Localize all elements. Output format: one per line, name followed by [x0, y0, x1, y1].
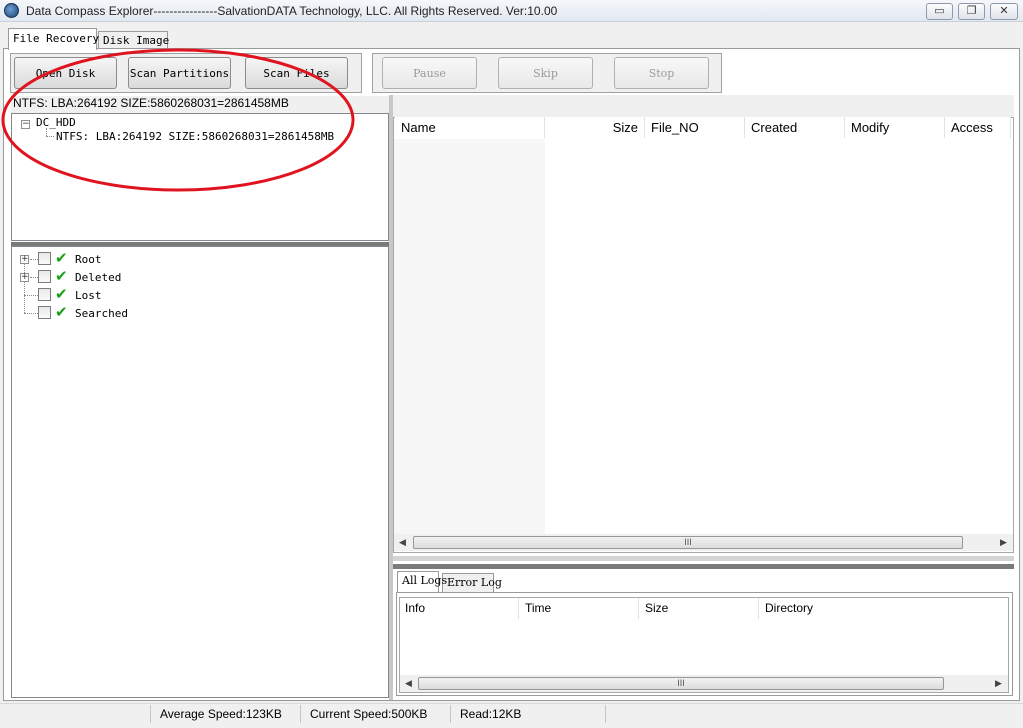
scan-partitions-button[interactable]: Scan Partitions	[128, 57, 231, 89]
window-title: Data Compass Explorer----------------Sal…	[26, 4, 558, 18]
log-column-time[interactable]: Time	[519, 598, 639, 619]
close-button[interactable]: ✕	[990, 3, 1018, 20]
title-bar: Data Compass Explorer----------------Sal…	[0, 0, 1023, 22]
open-disk-button[interactable]: Open Disk	[14, 57, 117, 89]
tab-file-recovery[interactable]: File Recovery	[8, 28, 99, 50]
status-separator	[450, 705, 451, 723]
checkbox[interactable]	[38, 306, 51, 319]
file-list-toolbar	[393, 95, 1014, 117]
current-speed: Current Speed:500KB	[310, 707, 428, 721]
tree-item-deleted[interactable]: Deleted	[75, 271, 121, 284]
list-log-splitter-bar[interactable]	[393, 564, 1014, 569]
column-header-file-no[interactable]: File_NO	[645, 117, 745, 138]
status-separator	[605, 705, 606, 723]
column-header-created[interactable]: Created	[745, 117, 845, 138]
column-header-name[interactable]: Name	[395, 117, 545, 138]
tree-connector	[46, 136, 54, 137]
checkbox[interactable]	[38, 288, 51, 301]
log-column-info[interactable]: Info	[399, 598, 519, 619]
tree-connector	[30, 277, 38, 278]
check-icon: ✔	[55, 285, 68, 303]
checkbox[interactable]	[38, 252, 51, 265]
status-separator	[300, 705, 301, 723]
tree-connector	[24, 295, 38, 296]
collapse-icon[interactable]: −	[21, 120, 30, 129]
checkbox[interactable]	[38, 270, 51, 283]
file-list-scrollbar[interactable]: ◀ III ▶	[394, 534, 1013, 551]
partition-header: NTFS: LBA:264192 SIZE:5860268031=2861458…	[11, 96, 389, 113]
log-column-directory[interactable]: Directory	[759, 598, 1007, 619]
status-separator	[150, 705, 151, 723]
disk-node[interactable]: DC_HDD	[36, 116, 76, 129]
column-header-access[interactable]: Access	[945, 117, 1011, 138]
tree-connector	[24, 259, 25, 313]
stop-button[interactable]: Stop	[614, 57, 709, 89]
tab-error-log[interactable]: Error Log	[442, 573, 502, 592]
skip-button[interactable]: Skip	[498, 57, 593, 89]
log-scrollbar[interactable]: ◀ III ▶	[400, 675, 1008, 692]
folder-tree: + ✔ Root + ✔ Deleted ✔ Lost ✔ Searched	[11, 246, 389, 698]
tree-item-root[interactable]: Root	[75, 253, 102, 266]
scroll-right-icon[interactable]: ▶	[995, 534, 1012, 551]
partition-node[interactable]: NTFS: LBA:264192 SIZE:5860268031=2861458…	[56, 130, 334, 143]
tab-disk-image[interactable]: Disk Image	[98, 31, 169, 48]
pause-button[interactable]: Pause	[382, 57, 477, 89]
restore-button[interactable]: ❐	[958, 3, 985, 20]
name-column-area	[394, 139, 545, 535]
app-logo-icon	[4, 3, 19, 18]
file-list	[393, 117, 1014, 553]
read-amount: Read:12KB	[460, 707, 522, 721]
scroll-left-icon[interactable]: ◀	[400, 675, 417, 692]
expand-icon[interactable]: +	[20, 255, 29, 264]
tree-item-lost[interactable]: Lost	[75, 289, 102, 302]
check-icon: ✔	[55, 249, 68, 267]
tree-item-searched[interactable]: Searched	[75, 307, 128, 320]
partition-tree: − DC_HDD NTFS: LBA:264192 SIZE:586026803…	[11, 113, 389, 241]
scan-files-button[interactable]: Scan Files	[245, 57, 348, 89]
tree-connector	[30, 259, 38, 260]
expand-icon[interactable]: +	[20, 273, 29, 282]
check-icon: ✔	[55, 267, 68, 285]
tree-connector	[24, 313, 38, 314]
scroll-thumb[interactable]: III	[413, 536, 963, 549]
average-speed: Average Speed:123KB	[160, 707, 282, 721]
list-log-splitter[interactable]	[393, 556, 1014, 561]
scroll-right-icon[interactable]: ▶	[990, 675, 1007, 692]
column-header-size[interactable]: Size	[545, 117, 645, 138]
scroll-thumb[interactable]: III	[418, 677, 944, 690]
scroll-left-icon[interactable]: ◀	[394, 534, 411, 551]
log-column-size[interactable]: Size	[639, 598, 759, 619]
column-header-modify[interactable]: Modify	[845, 117, 945, 138]
tree-connector	[46, 128, 47, 136]
check-icon: ✔	[55, 303, 68, 321]
minimize-button[interactable]: ▭	[926, 3, 953, 20]
tab-all-logs[interactable]: All Logs	[397, 571, 447, 592]
